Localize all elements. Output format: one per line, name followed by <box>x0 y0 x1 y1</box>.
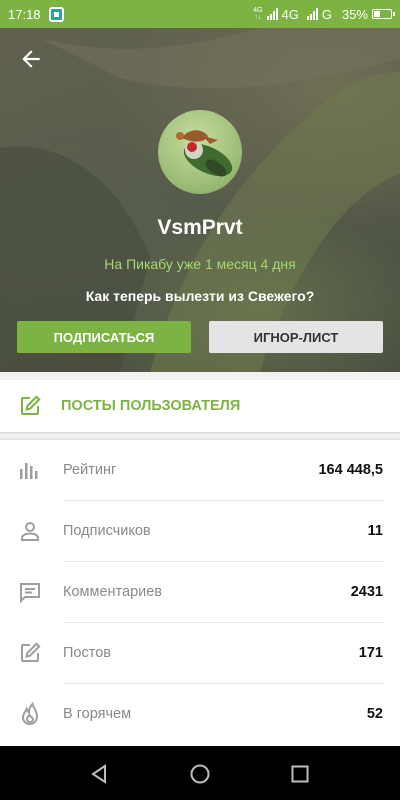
username: VsmPrvt <box>157 216 243 239</box>
back-arrow-icon[interactable] <box>18 46 44 72</box>
battery-icon <box>372 9 395 19</box>
battery-percent: 35% <box>341 6 368 22</box>
scanner-icon <box>48 6 64 22</box>
avatar[interactable] <box>158 110 242 194</box>
stats-list: Рейтинг 164 448,5 Подписчиков 11 Коммент… <box>0 440 400 746</box>
stat-row-hot: В горячем 52 <box>0 684 400 745</box>
navigation-bar <box>0 746 400 800</box>
comment-icon <box>20 583 40 604</box>
avatar-image <box>176 130 233 177</box>
signal-icon-2 <box>306 8 318 20</box>
user-status: Как теперь вылезти из Свежего? <box>85 288 315 304</box>
member-since: На Пикабу уже 1 месяц 4 дня <box>104 256 296 272</box>
user-posts-label: ПОСТЫ ПОЛЬЗОВАТЕЛЯ <box>61 398 241 414</box>
stat-label-posts: Постов <box>63 645 111 661</box>
stat-value-posts: 171 <box>358 645 383 661</box>
status-bar: 17:18 4G ↑↓ 4G G 35% <box>0 0 400 28</box>
network-type-2: G <box>321 6 332 22</box>
stat-row-posts: Постов 171 <box>0 623 400 684</box>
network-type-small: 4G ↑↓ <box>253 7 263 21</box>
edit-icon <box>21 642 41 662</box>
stat-value-subscribers: 11 <box>367 523 383 539</box>
stat-value-comments: 2431 <box>350 584 383 600</box>
stat-row-comments: Комментариев 2431 <box>0 562 400 623</box>
stat-label-subscribers: Подписчиков <box>63 523 151 539</box>
stat-value-rating: 164 448,5 <box>318 462 383 478</box>
user-posts-link[interactable]: ПОСТЫ ПОЛЬЗОВАТЕЛЯ <box>0 380 400 432</box>
fire-icon <box>21 702 39 726</box>
home-nav-icon[interactable] <box>189 763 211 785</box>
stat-row-rating: Рейтинг 164 448,5 <box>0 440 400 501</box>
ignore-list-button[interactable]: ИГНОР-ЛИСТ <box>209 321 383 353</box>
rating-icon <box>20 463 38 479</box>
stat-label-hot: В горячем <box>63 706 132 722</box>
stat-label-rating: Рейтинг <box>63 462 117 478</box>
recents-nav-icon[interactable] <box>289 763 311 785</box>
back-nav-icon[interactable] <box>88 763 110 785</box>
stat-value-hot: 52 <box>366 706 383 722</box>
status-time: 17:18 <box>8 6 41 22</box>
network-type-1: 4G <box>281 6 299 22</box>
signal-icon <box>266 8 278 20</box>
profile-header: VsmPrvt На Пикабу уже 1 месяц 4 дня Как … <box>0 28 400 372</box>
subscribe-button[interactable]: ПОДПИСАТЬСЯ <box>17 321 191 353</box>
edit-icon <box>21 395 41 415</box>
person-icon <box>21 522 39 541</box>
stat-label-comments: Комментариев <box>63 584 162 600</box>
stat-row-subscribers: Подписчиков 11 <box>0 501 400 562</box>
